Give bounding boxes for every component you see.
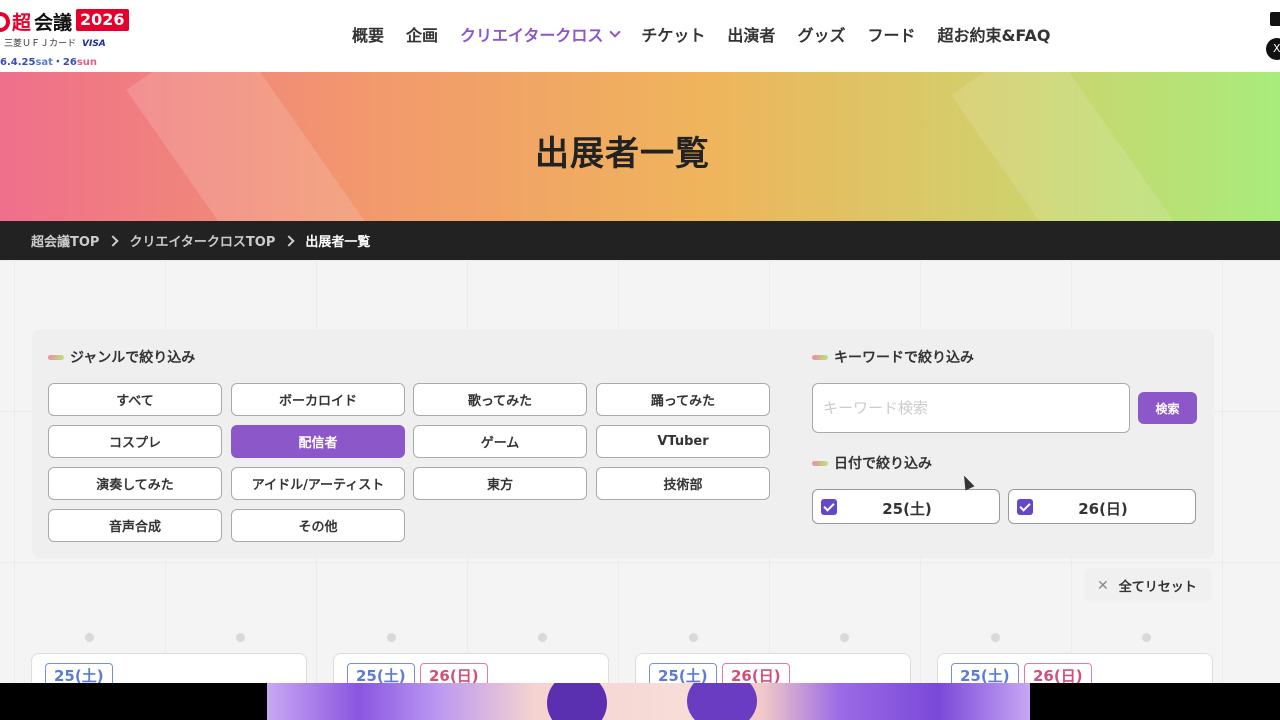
title-accent-bar — [48, 354, 64, 360]
reset-label: 全てリセット — [1118, 580, 1197, 595]
image-shape — [547, 683, 607, 720]
menu-icon[interactable] — [1270, 12, 1280, 26]
logo-mark — [0, 12, 10, 32]
date-sat: sat — [35, 57, 53, 68]
genre-vocaloid-button[interactable]: ボーカロイド — [231, 383, 405, 416]
nav-events[interactable]: 企画 — [406, 22, 438, 46]
nav-overview[interactable]: 概要 — [352, 22, 384, 46]
nav-tickets[interactable]: チケット — [641, 22, 705, 46]
title-accent-bar — [812, 460, 828, 466]
logo-sponsor: 三菱ＵＦＪカード VISA — [4, 36, 106, 49]
genre-all-button[interactable]: すべて — [48, 383, 222, 416]
date-checkbox-sat[interactable]: 25(土) — [812, 489, 1000, 524]
logo-chou: 超 — [12, 12, 32, 34]
date-checkbox-label: 25(土) — [882, 500, 932, 518]
genre-streamer-button[interactable]: 配信者 — [231, 425, 405, 458]
site-logo[interactable]: 超 会議 2026 三菱ＵＦＪカード VISA 6.4.25sat・26sun — [0, 4, 130, 68]
breadcrumb-current: 出展者一覧 — [305, 235, 371, 250]
sponsor-brand: VISA — [82, 39, 106, 49]
nav-goods[interactable]: グッズ — [797, 22, 845, 46]
logo-kaigi: 会議 — [34, 12, 73, 34]
reset-all-button[interactable]: ✕ 全てリセット — [1085, 568, 1211, 603]
image-shape — [687, 683, 757, 720]
date-checkbox-sun[interactable]: 26(日) — [1008, 489, 1196, 524]
genre-tech-button[interactable]: 技術部 — [596, 467, 770, 500]
close-icon: ✕ — [1097, 577, 1109, 594]
genre-ensou-button[interactable]: 演奏してみた — [48, 467, 222, 500]
date-sun: sun — [76, 57, 98, 68]
genre-idol-artist-button[interactable]: アイドル/アーティスト — [231, 467, 405, 500]
genre-filter-title: ジャンルで絞り込み — [48, 347, 195, 367]
title-accent-bar — [812, 354, 828, 360]
genre-utattemita-button[interactable]: 歌ってみた — [413, 383, 587, 416]
chevron-down-icon — [609, 26, 622, 38]
date-filter-label: 日付で絞り込み — [834, 456, 932, 472]
search-button[interactable]: 検索 — [1138, 392, 1197, 424]
logo-year: 2026 — [76, 9, 129, 31]
date-prefix: 6.4.25 — [0, 57, 36, 68]
genre-odottemita-button[interactable]: 踊ってみた — [596, 383, 770, 416]
keyword-filter-label: キーワードで絞り込み — [834, 350, 974, 366]
nav-performers[interactable]: 出演者 — [727, 22, 775, 46]
video-overlay-image — [267, 683, 1030, 720]
breadcrumb-top[interactable]: 超会議TOP — [31, 231, 99, 250]
site-header: 超 会議 2026 三菱ＵＦＪカード VISA 6.4.25sat・26sun 概… — [0, 0, 1280, 72]
date-filter-title: 日付で絞り込み — [812, 453, 932, 473]
keyword-search-input[interactable] — [812, 383, 1130, 433]
genre-game-button[interactable]: ゲーム — [413, 425, 587, 458]
genre-cosplay-button[interactable]: コスプレ — [48, 425, 222, 458]
genre-other-button[interactable]: その他 — [231, 509, 405, 542]
nav-creator-cross-label: クリエイタークロス — [460, 26, 604, 45]
chevron-right-icon — [283, 234, 296, 247]
date-mid: ・26 — [52, 57, 77, 68]
nav-food[interactable]: フード — [867, 22, 915, 46]
breadcrumb-creator-cross[interactable]: クリエイタークロスTOP — [129, 231, 275, 250]
chevron-right-icon — [107, 234, 120, 247]
breadcrumb: 超会議TOP クリエイタークロスTOP 出展者一覧 — [0, 221, 1280, 260]
sponsor-name: 三菱ＵＦＪカード — [4, 39, 77, 49]
genre-voice-synth-button[interactable]: 音声合成 — [48, 509, 222, 542]
main-nav: 概要 企画 クリエイタークロス チケット 出演者 グッズ フード 超お約束&FA… — [352, 0, 1073, 68]
genre-vtuber-button[interactable]: VTuber — [596, 425, 770, 458]
page-title: 出展者一覧 — [535, 134, 710, 174]
genre-filter-label: ジャンルで絞り込み — [70, 350, 196, 366]
nav-faq[interactable]: 超お約束&FAQ — [937, 22, 1050, 46]
logo-dates: 6.4.25sat・26sun — [0, 53, 97, 68]
date-checkbox-label: 26(日) — [1078, 500, 1128, 518]
x-social-icon[interactable]: X — [1266, 38, 1280, 60]
genre-touhou-button[interactable]: 東方 — [413, 467, 587, 500]
hero-banner: 出展者一覧 — [0, 72, 1280, 221]
keyword-filter-title: キーワードで絞り込み — [812, 347, 974, 367]
nav-creator-cross[interactable]: クリエイタークロス — [460, 22, 622, 46]
